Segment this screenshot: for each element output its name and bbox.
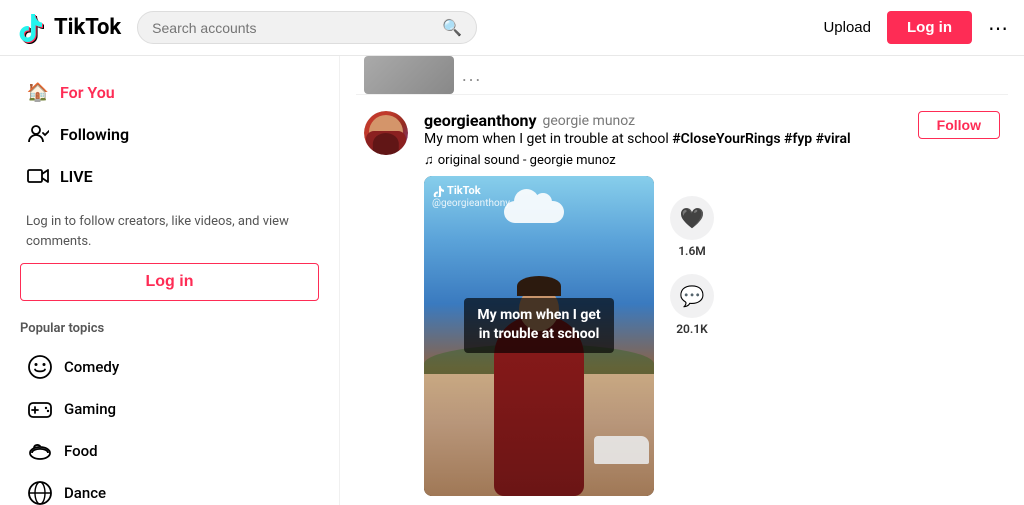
topic-label-gaming: Gaming: [64, 400, 116, 418]
previous-video-thumbnail: [364, 56, 454, 94]
watermark-handle: @georgieanthony: [432, 198, 510, 209]
hashtag-1[interactable]: #CloseYourRings: [672, 131, 780, 147]
sidebar-item-label-live: LIVE: [60, 167, 93, 186]
more-options-icon[interactable]: ⋯: [988, 16, 1008, 40]
video-caption-overlay: My mom when I get in trouble at school: [464, 298, 614, 353]
comment-action: 💬 20.1K: [670, 274, 714, 336]
video-actions: 🖤 1.6M 💬 20.1K: [670, 176, 714, 496]
hashtag-3[interactable]: #viral: [816, 131, 851, 147]
sidebar-item-for-you[interactable]: 🏠 For You: [20, 72, 319, 112]
hashtag-2[interactable]: #fyp: [784, 131, 812, 147]
sidebar: 🏠 For You Following: [0, 56, 340, 505]
post-display-name: georgie munoz: [543, 113, 636, 129]
avatar-image: [364, 111, 408, 155]
following-icon: [26, 122, 50, 146]
tiktok-logo-icon: [16, 12, 48, 44]
post-caption-text: My mom when I get in trouble at school: [424, 131, 672, 147]
post-username[interactable]: georgieanthony: [424, 111, 537, 130]
video-player[interactable]: TikTok @georgieanthony My mom when I get…: [424, 176, 654, 496]
gaming-icon: [26, 395, 54, 423]
post-caption: My mom when I get in trouble at school #…: [424, 131, 851, 147]
topic-item-dance[interactable]: Dance: [20, 472, 319, 505]
topic-item-comedy[interactable]: Comedy: [20, 346, 319, 388]
like-count: 1.6M: [678, 244, 706, 258]
dance-icon: [26, 479, 54, 505]
video-area: TikTok @georgieanthony My mom when I get…: [424, 176, 1000, 496]
music-note-icon: ♫: [424, 152, 434, 168]
ellipsis-indicator: ...: [462, 65, 482, 86]
main-layout: 🏠 For You Following: [0, 56, 1024, 505]
post-left: [364, 111, 408, 496]
avatar[interactable]: [364, 111, 408, 155]
watermark-logo: TikTok: [432, 184, 510, 197]
heart-icon: 🖤: [680, 206, 705, 230]
topic-label-comedy: Comedy: [64, 358, 119, 376]
video-post: georgieanthony georgie munoz My mom when…: [356, 95, 1008, 505]
popular-topics-title: Popular topics: [20, 321, 319, 336]
search-bar[interactable]: 🔍: [137, 11, 477, 44]
header-right: Upload Log in ⋯: [823, 11, 1008, 44]
sidebar-nav: 🏠 For You Following: [20, 72, 319, 196]
upload-button[interactable]: Upload: [823, 19, 871, 36]
live-icon: [26, 164, 50, 188]
video-background: TikTok @georgieanthony My mom when I get…: [424, 176, 654, 496]
topic-label-food: Food: [64, 442, 98, 460]
post-header: georgieanthony georgie munoz My mom when…: [424, 111, 1000, 168]
topic-item-food[interactable]: Food: [20, 430, 319, 472]
watermark-tiktok-icon: [432, 185, 444, 197]
login-button[interactable]: Log in: [887, 11, 972, 44]
comment-icon: 💬: [680, 284, 705, 308]
watermark-logo-text: TikTok: [447, 184, 481, 197]
previous-video-strip: ...: [356, 56, 1008, 95]
header: TikTok 🔍 Upload Log in ⋯: [0, 0, 1024, 56]
cloud-decoration: [504, 201, 564, 223]
food-icon: [26, 437, 54, 465]
sidebar-item-following[interactable]: Following: [20, 114, 319, 154]
car-decoration: [594, 436, 649, 464]
like-button[interactable]: 🖤: [670, 196, 714, 240]
content-area: ... georgieanthony: [340, 56, 1024, 505]
post-sound-text[interactable]: original sound - georgie munoz: [438, 153, 616, 168]
logo-text: TikTok: [54, 15, 121, 40]
login-prompt-text: Log in to follow creators, like videos, …: [26, 212, 313, 251]
person-hair: [517, 276, 561, 296]
sidebar-item-label-for-you: For You: [60, 83, 115, 102]
sidebar-item-label-following: Following: [60, 125, 129, 144]
post-user-info: georgieanthony georgie munoz My mom when…: [424, 111, 851, 168]
sidebar-item-live[interactable]: LIVE: [20, 156, 319, 196]
comedy-icon: [26, 353, 54, 381]
home-icon: 🏠: [26, 80, 50, 104]
topic-item-gaming[interactable]: Gaming: [20, 388, 319, 430]
post-username-line: georgieanthony georgie munoz: [424, 111, 851, 130]
post-body: georgieanthony georgie munoz My mom when…: [424, 111, 1000, 496]
search-input[interactable]: [152, 20, 434, 36]
sidebar-login-button[interactable]: Log in: [20, 263, 319, 301]
topic-label-dance: Dance: [64, 484, 106, 502]
post-sound: ♫ original sound - georgie munoz: [424, 152, 851, 168]
video-watermark: TikTok @georgieanthony: [432, 184, 510, 209]
like-action: 🖤 1.6M: [670, 196, 714, 258]
search-icon: 🔍: [442, 18, 462, 37]
comment-count: 20.1K: [676, 322, 708, 336]
follow-button[interactable]: Follow: [918, 111, 1000, 139]
logo-area: TikTok: [16, 12, 121, 44]
comment-button[interactable]: 💬: [670, 274, 714, 318]
